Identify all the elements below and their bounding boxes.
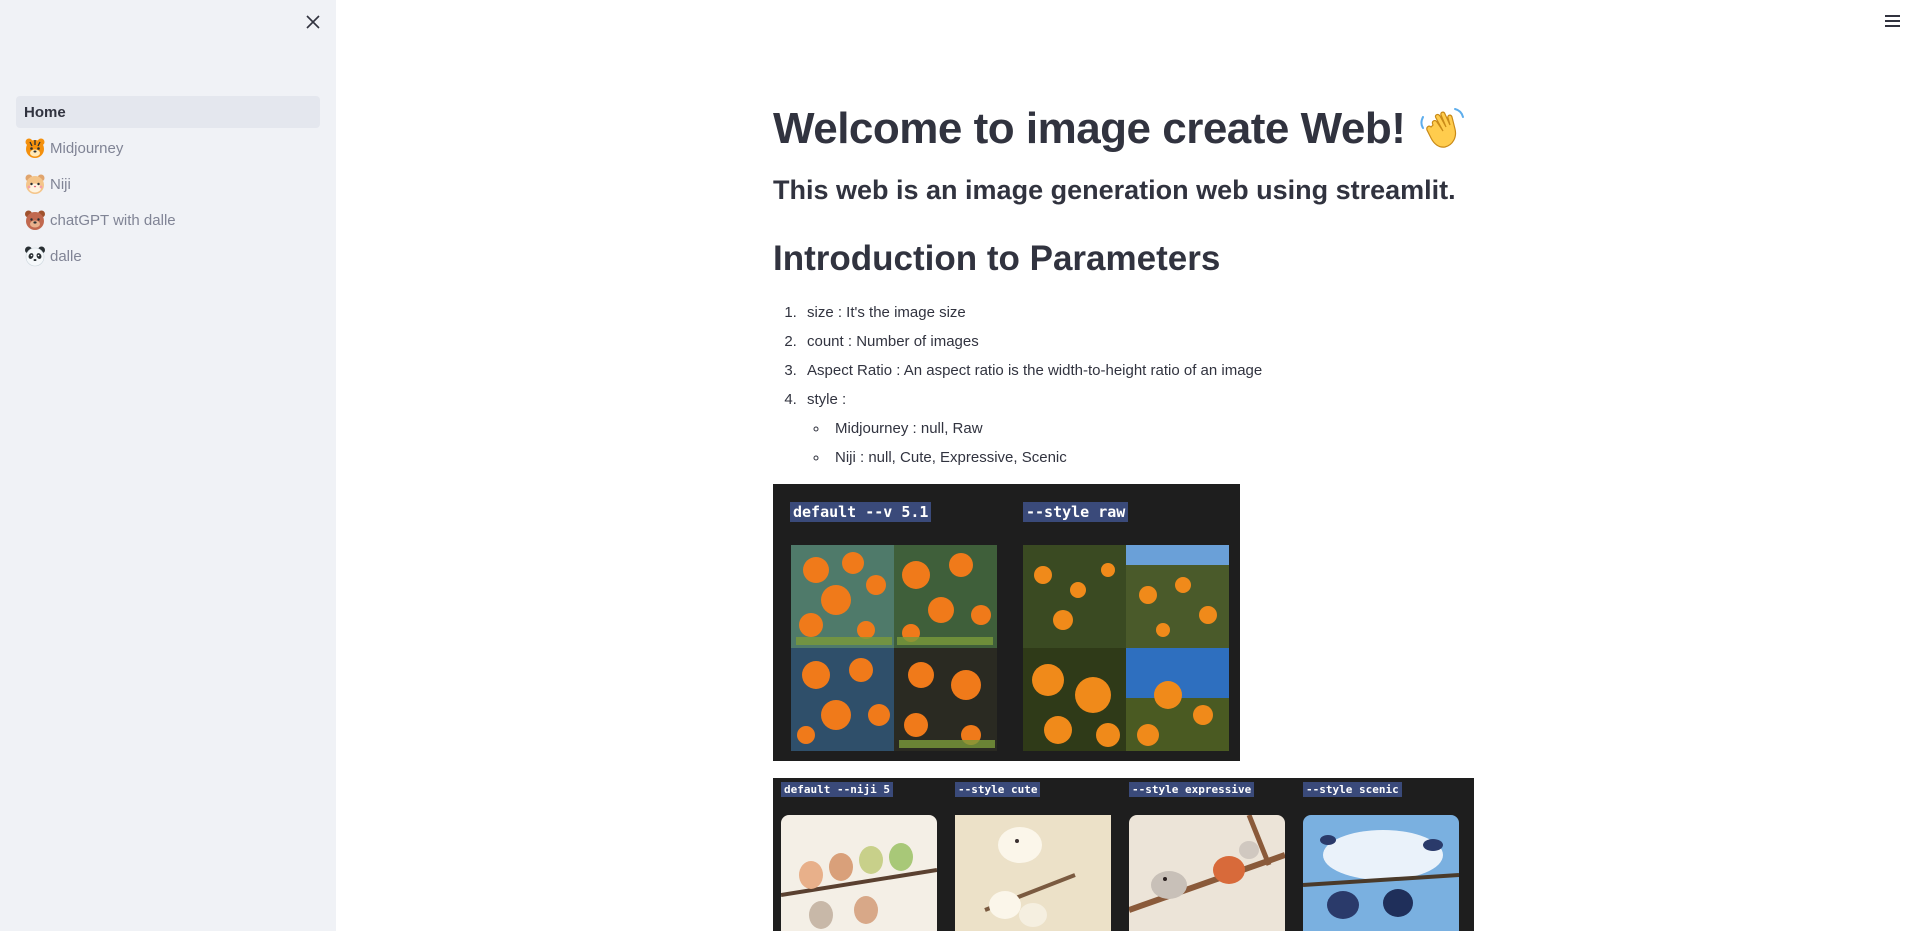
sidebar-item-label: Niji xyxy=(50,175,71,193)
app: Home Midjourney Niji chatGPT with dalle … xyxy=(0,0,1909,931)
style-sublist: Midjourney : null, Raw Niji : null, Cute… xyxy=(807,414,1493,472)
list-item: style : Midjourney : null, Raw Niji : nu… xyxy=(801,385,1493,472)
list-item: size : It's the image size xyxy=(801,298,1493,327)
birds-cute-image xyxy=(955,814,1111,931)
sidebar-nav: Home Midjourney Niji chatGPT with dalle … xyxy=(16,96,320,276)
hamburger-icon-line xyxy=(1885,20,1900,22)
sidebar-item-label: Home xyxy=(24,103,66,121)
image-label: --style expressive xyxy=(1129,781,1255,797)
page-title: Welcome to image create Web! xyxy=(773,100,1493,157)
image-label: default --v 5.1 xyxy=(790,501,932,522)
parameter-list: size : It's the image size count : Numbe… xyxy=(773,298,1493,472)
birds-expressive-image xyxy=(1129,814,1285,931)
image-label: default --niji 5 xyxy=(781,781,893,797)
panda-face-icon xyxy=(25,246,45,267)
sidebar-item-midjourney[interactable]: Midjourney xyxy=(16,132,320,164)
sidebar-item-label: dalle xyxy=(50,247,82,265)
image-label: --style scenic xyxy=(1303,781,1402,797)
birds-scenic-image xyxy=(1303,814,1459,931)
sidebar-item-chatgpt-with-dalle[interactable]: chatGPT with dalle xyxy=(16,204,320,236)
hamburger-icon-line xyxy=(1885,25,1900,27)
sidebar: Home Midjourney Niji chatGPT with dalle … xyxy=(0,0,336,931)
image-label: --style cute xyxy=(955,781,1041,797)
sidebar-item-label: chatGPT with dalle xyxy=(50,211,176,229)
close-sidebar-button[interactable] xyxy=(301,10,325,34)
section-heading: Introduction to Parameters xyxy=(773,239,1221,279)
list-item: Aspect Ratio : An aspect ratio is the wi… xyxy=(801,356,1493,385)
main-content: Welcome to image create Web! This web is… xyxy=(773,100,1493,931)
sidebar-item-label: Midjourney xyxy=(50,139,124,157)
poppy-grid-raw-image xyxy=(1023,544,1229,751)
hamburger-icon-line xyxy=(1885,15,1900,17)
waving-hand-icon xyxy=(1420,107,1465,148)
midjourney-style-comparison-image: default --v 5.1 --style raw xyxy=(773,483,1240,761)
list-item: Niji : null, Cute, Expressive, Scenic xyxy=(829,443,1493,472)
image-label: --style raw xyxy=(1023,501,1129,522)
niji-style-comparison-image: default --niji 5 --style cute --style ex… xyxy=(773,777,1474,931)
sidebar-item-dalle[interactable]: dalle xyxy=(16,240,320,272)
sidebar-item-niji[interactable]: Niji xyxy=(16,168,320,200)
hamster-face-icon xyxy=(25,174,45,194)
poppy-grid-default-image xyxy=(791,544,997,751)
page-subtitle: This web is an image generation web usin… xyxy=(773,175,1456,206)
birds-default-image xyxy=(781,814,937,931)
list-item: count : Number of images xyxy=(801,327,1493,356)
tiger-face-icon xyxy=(25,138,45,158)
list-item-label: style : xyxy=(807,390,847,408)
list-item: Midjourney : null, Raw xyxy=(829,414,1493,443)
close-icon xyxy=(306,15,320,29)
sidebar-item-home[interactable]: Home xyxy=(16,96,320,128)
page-title-text: Welcome to image create Web! xyxy=(773,104,1406,153)
bear-face-icon xyxy=(25,210,45,230)
main-menu-button[interactable] xyxy=(1883,12,1903,32)
